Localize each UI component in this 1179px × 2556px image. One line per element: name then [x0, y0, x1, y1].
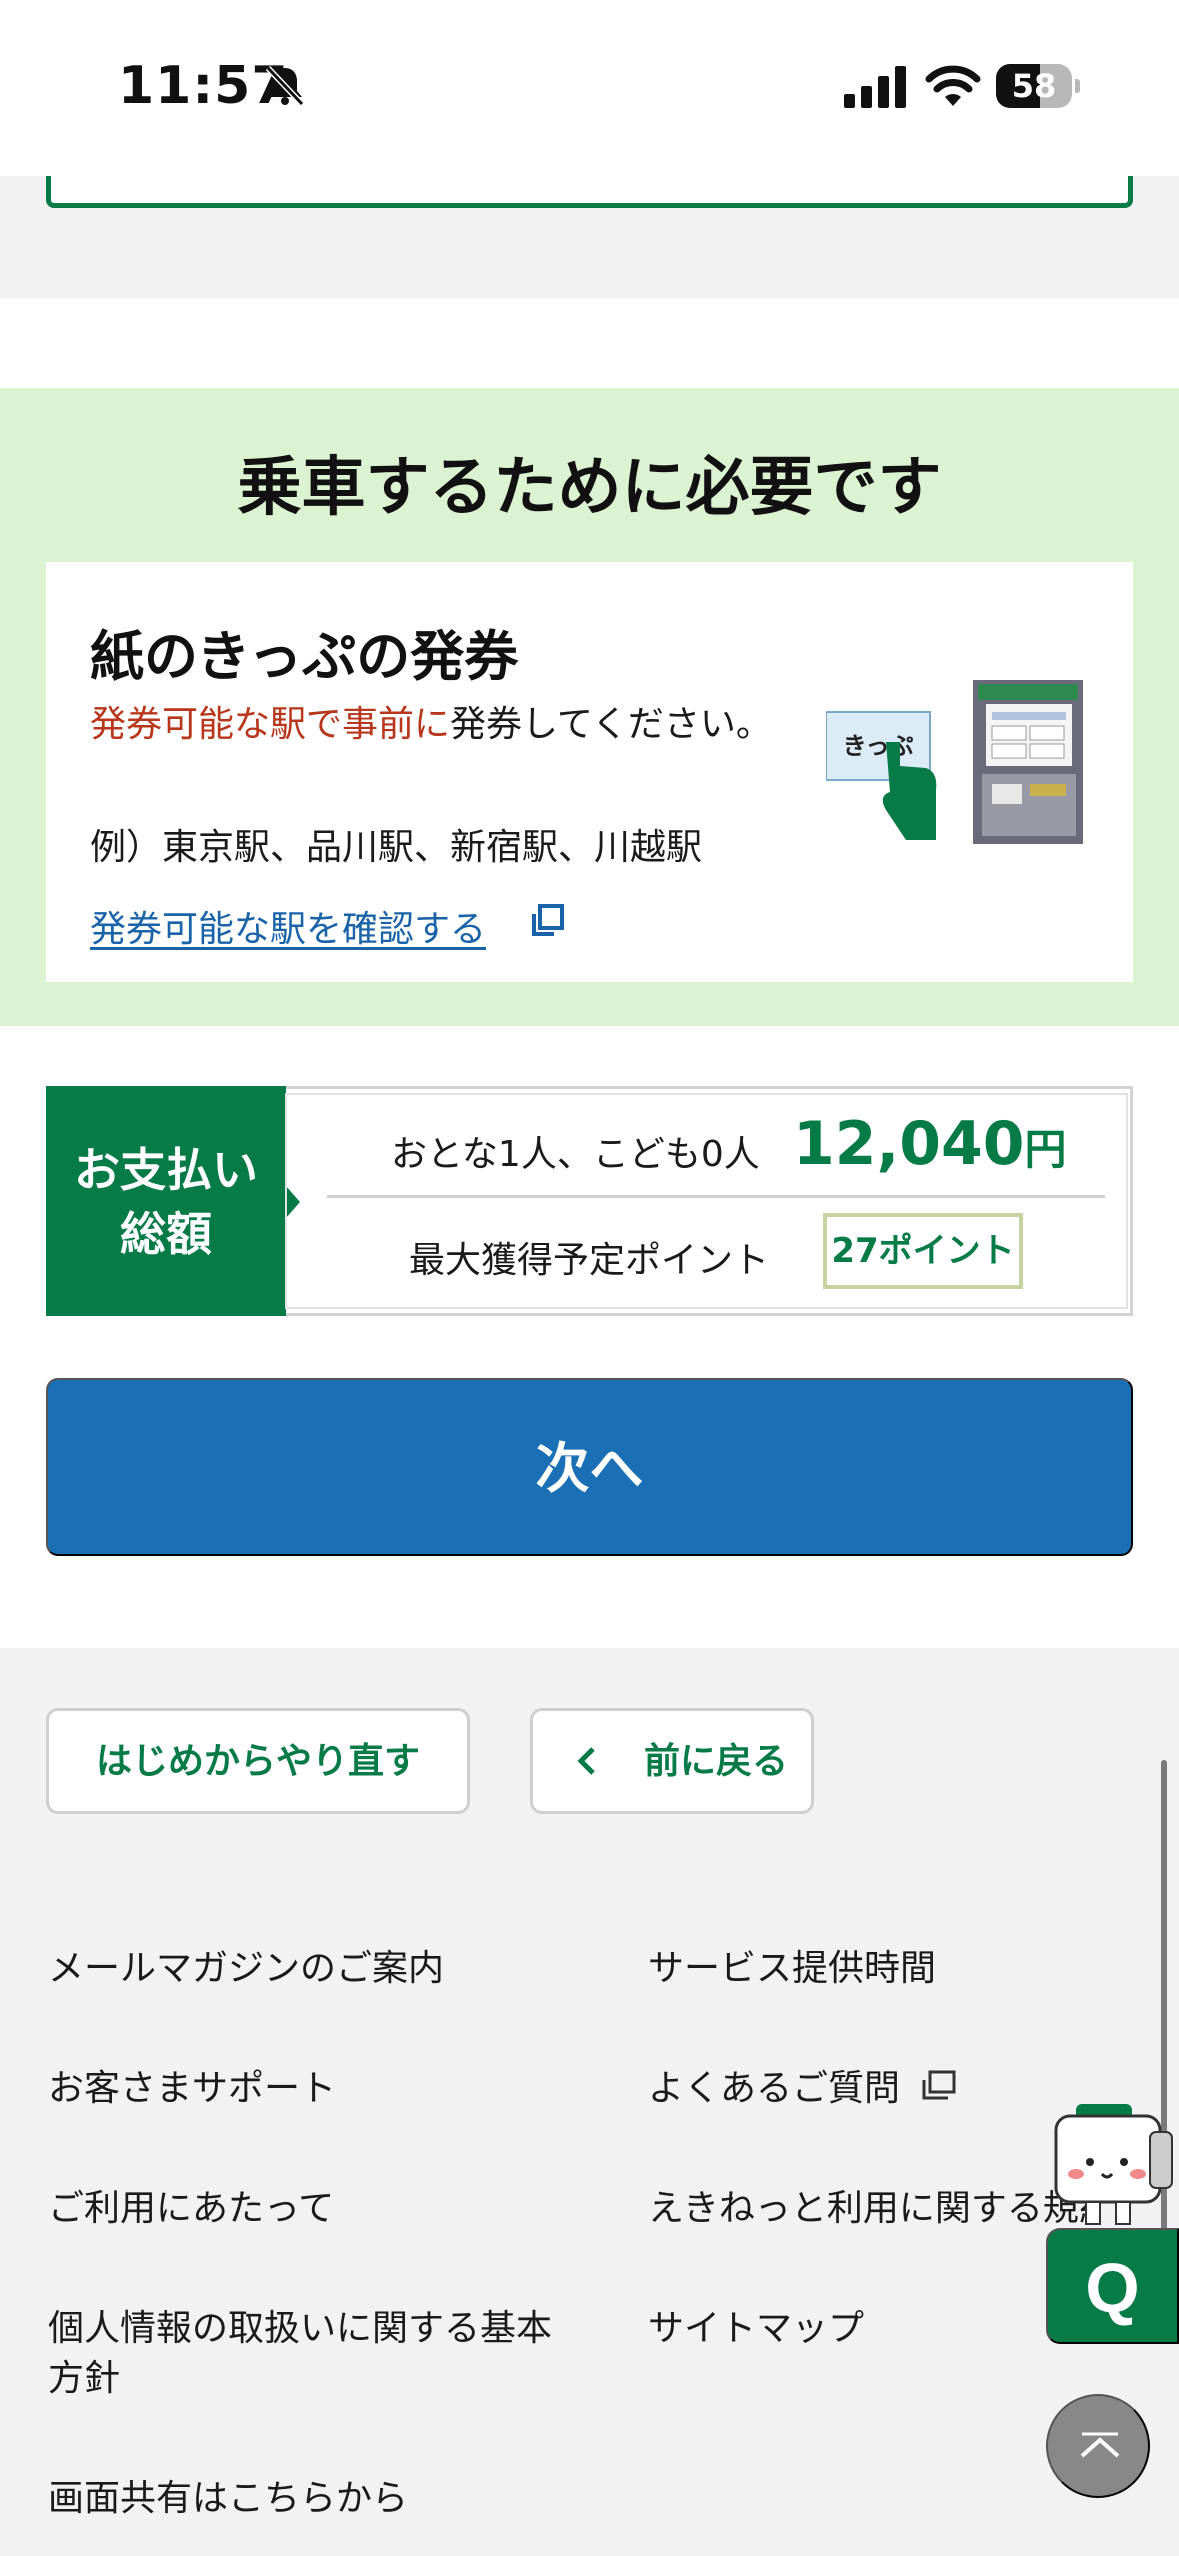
description-rest: 発券してください。 [450, 704, 772, 745]
points-label: 最大獲得予定ポイント [409, 1240, 770, 1281]
back-button-label: 前に戻る [643, 1740, 788, 1781]
payment-summary: お支払い 総額 おとな1人、こども0人 12,040円 最大獲得予定ポイント 2… [46, 1086, 1133, 1316]
external-link-icon[interactable] [528, 902, 566, 940]
paper-ticket-card: 紙のきっぷの発券 発券可能な駅で事前に発券してください。 例）東京駅、品川駅、新… [46, 562, 1133, 982]
station-examples: 例）東京駅、品川駅、新宿駅、川越駅 [90, 827, 703, 868]
total-amount: 12,040円 [793, 1109, 1067, 1179]
footer-link-privacy-policy[interactable]: 個人情報の取扱いに関する基本方針 [48, 2304, 568, 2404]
battery-level: 58 [1011, 67, 1057, 105]
section-title: 乗車するために必要です [237, 451, 942, 525]
payment-divider [327, 1195, 1105, 1198]
footer-link-sitemap[interactable]: サイトマップ [648, 2304, 864, 2354]
back-button[interactable]: 前に戻る [530, 1708, 814, 1814]
total-amount-currency: 円 [1024, 1125, 1067, 1174]
footer-link-faq[interactable]: よくあるご質問 [648, 2064, 900, 2114]
chevron-left-icon [577, 1747, 595, 1775]
card-description: 発券可能な駅で事前に発券してください。 [90, 694, 800, 756]
bell-slash-icon [265, 65, 305, 107]
next-button[interactable]: 次へ [46, 1378, 1133, 1556]
status-bar: 11:57 58 [0, 0, 1179, 176]
mascot-character-icon [1054, 2104, 1173, 2225]
footer-link-usage[interactable]: ご利用にあたって [48, 2184, 334, 2234]
chevron-up-icon [1080, 2432, 1120, 2458]
footer-link-mail-magazine[interactable]: メールマガジンのご案内 [48, 1944, 444, 1994]
help-q-button[interactable]: Q [1046, 2228, 1179, 2344]
payment-label-line1: お支払い [74, 1143, 258, 1197]
total-amount-value: 12,040 [793, 1109, 1025, 1179]
ticket-section: 乗車するために必要です 紙のきっぷの発券 発券可能な駅で事前に発券してください。… [0, 388, 1179, 1026]
illustration-ticket-label: きっぷ [842, 732, 913, 760]
cellular-signal-icon [844, 66, 906, 108]
payment-details: おとな1人、こども0人 12,040円 最大獲得予定ポイント 27ポイント [285, 1093, 1128, 1309]
section-spacer [0, 298, 1179, 388]
scroll-to-top-button[interactable] [1046, 2394, 1150, 2498]
battery-nub [1075, 79, 1080, 93]
battery-indicator: 58 [996, 64, 1080, 108]
payment-total-label: お支払い 総額 [46, 1086, 286, 1316]
restart-button[interactable]: はじめからやり直す [46, 1708, 470, 1814]
passenger-count: おとな1人、こども0人 [391, 1134, 760, 1175]
footer-link-screen-share[interactable]: 画面共有はこちらから [48, 2474, 408, 2524]
ticket-machine-illustration: きっぷ [826, 680, 1083, 844]
footer-link-service-hours[interactable]: サービス提供時間 [648, 1944, 936, 1994]
footer-link-terms[interactable]: えきねっと利用に関する規約 [648, 2184, 1098, 2234]
external-window-icon [922, 2070, 956, 2100]
wifi-icon [925, 65, 981, 106]
payment-label-line2: 総額 [120, 1207, 212, 1261]
card-title: 紙のきっぷの発券 [90, 625, 519, 688]
points-badge: 27ポイント [823, 1213, 1023, 1289]
battery-body: 58 [996, 64, 1072, 108]
check-stations-link[interactable]: 発券可能な駅を確認する [90, 900, 486, 952]
footer-link-customer-support[interactable]: お客さまサポート [48, 2064, 336, 2114]
description-highlight: 発券可能な駅で事前に [90, 704, 451, 745]
